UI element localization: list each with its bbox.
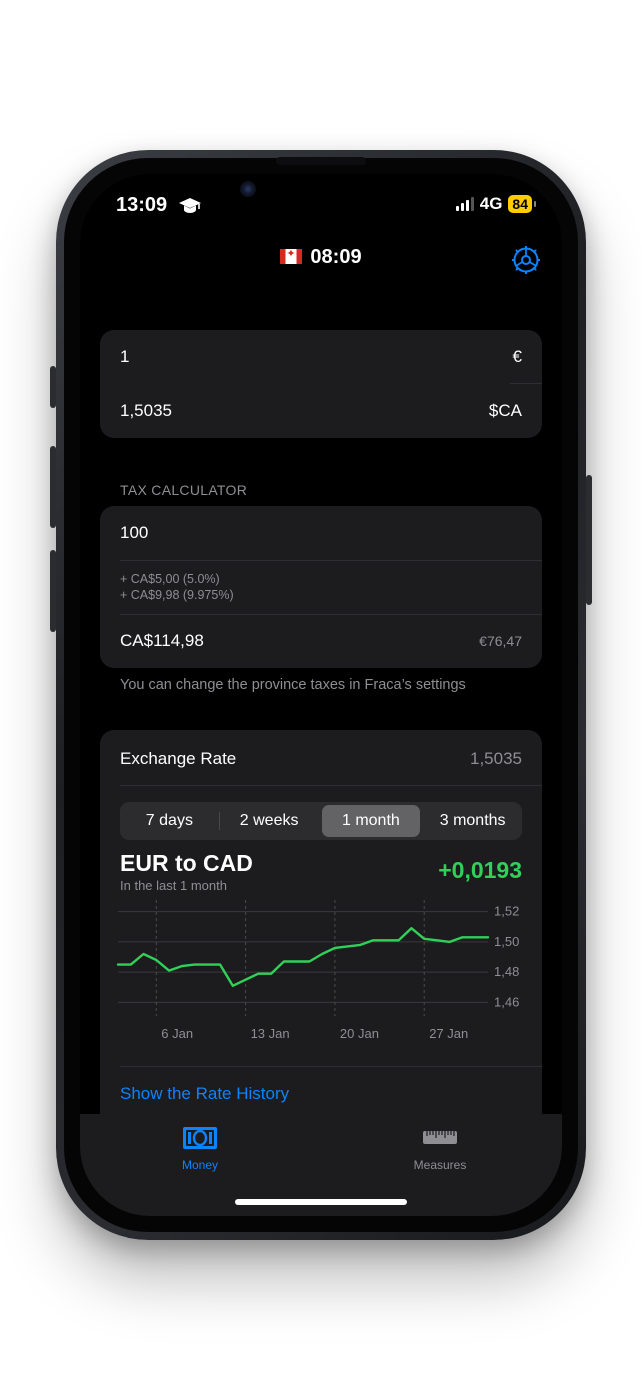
network-type: 4G bbox=[479, 194, 503, 213]
tax-total-eur: €76,47 bbox=[479, 633, 522, 649]
tax-line-qst: + CA$9,98 (9.975%) bbox=[120, 588, 234, 602]
status-time: 13:09 bbox=[116, 194, 168, 216]
x-tick-label: 20 Jan bbox=[340, 1026, 379, 1041]
x-tick-label: 27 Jan bbox=[429, 1026, 468, 1041]
y-tick-label: 1,46 bbox=[494, 994, 519, 1009]
amount-currency: € bbox=[512, 347, 522, 366]
tab-measures[interactable]: Measures bbox=[380, 1126, 500, 1172]
nav-title: 08:09 bbox=[80, 246, 562, 269]
rate-series-line bbox=[116, 927, 490, 988]
graduation-cap-icon bbox=[179, 198, 201, 213]
tab-measures-label: Measures bbox=[413, 1158, 467, 1172]
divider bbox=[120, 785, 542, 786]
canada-flag-icon bbox=[280, 247, 303, 264]
divider bbox=[510, 383, 542, 384]
volume-down-button bbox=[50, 550, 56, 632]
tax-input[interactable]: 100 bbox=[120, 523, 148, 543]
mute-switch bbox=[50, 366, 56, 408]
power-button bbox=[586, 475, 592, 605]
x-tick-label: 13 Jan bbox=[251, 1026, 290, 1041]
y-tick-label: 1,50 bbox=[494, 934, 519, 949]
tab-money[interactable]: Money bbox=[140, 1126, 260, 1172]
segment-7-days[interactable]: 7 days bbox=[120, 802, 219, 840]
battery-icon: 84 bbox=[508, 195, 536, 213]
front-camera bbox=[240, 181, 256, 197]
tab-money-label: Money bbox=[181, 1158, 219, 1172]
tax-input-row[interactable]: 100 bbox=[120, 520, 522, 546]
rate-line-chart: 1,52 1,50 1,48 1,46 6 Jan 13 Jan 20 Jan 27 Jan bbox=[116, 900, 519, 1041]
tax-total: CA$114,98 bbox=[120, 631, 204, 650]
currency-pair-title: EUR to CAD bbox=[120, 850, 253, 876]
converted-amount: 1,5035 bbox=[120, 401, 172, 420]
signal-icon bbox=[455, 197, 474, 211]
divider bbox=[120, 614, 542, 615]
exchange-card: Exchange Rate 1,5035 7 days 2 weeks 1 mo… bbox=[100, 730, 542, 1150]
tax-footer-note: You can change the province taxes in Fra… bbox=[120, 677, 466, 693]
tax-card: 100 + CA$5,00 (5.0%) + CA$9,98 (9.975%) … bbox=[100, 506, 542, 668]
amount-row[interactable]: 1 € bbox=[120, 344, 522, 370]
ruler-icon bbox=[423, 1131, 457, 1144]
home-indicator[interactable] bbox=[235, 1199, 407, 1205]
tax-line-gst: + CA$5,00 (5.0%) bbox=[120, 572, 220, 586]
period-segmented-control[interactable]: 7 days 2 weeks 1 month 3 months bbox=[120, 802, 522, 840]
divider bbox=[120, 560, 542, 561]
period-caption: In the last 1 month bbox=[120, 878, 227, 893]
speaker-grille bbox=[276, 157, 366, 165]
app-screen: 13:09 4G 84 08:09 1 € bbox=[80, 174, 562, 1216]
segment-3-months[interactable]: 3 months bbox=[423, 802, 522, 840]
converter-card: 1 € 1,5035 $CA bbox=[100, 330, 542, 438]
exchange-rate-label: Exchange Rate bbox=[120, 749, 237, 768]
local-time: 08:09 bbox=[310, 246, 362, 268]
gear-icon[interactable] bbox=[512, 246, 540, 274]
amount-input[interactable]: 1 bbox=[120, 347, 129, 367]
volume-up-button bbox=[50, 446, 56, 528]
tax-total-row: CA$114,98 €76,47 bbox=[120, 628, 522, 654]
rate-history-link[interactable]: Show the Rate History bbox=[120, 1084, 289, 1104]
result-row[interactable]: 1,5035 $CA bbox=[120, 398, 522, 424]
x-tick-label: 6 Jan bbox=[161, 1026, 193, 1041]
status-right: 4G 84 bbox=[455, 194, 536, 214]
exchange-rate-row: Exchange Rate 1,5035 bbox=[120, 746, 522, 772]
segment-1-month[interactable]: 1 month bbox=[321, 805, 421, 837]
divider bbox=[120, 1066, 542, 1067]
y-tick-label: 1,48 bbox=[494, 964, 519, 979]
rate-change: +0,0193 bbox=[438, 857, 522, 883]
y-tick-label: 1,52 bbox=[494, 904, 519, 919]
segment-2-weeks[interactable]: 2 weeks bbox=[220, 802, 319, 840]
tax-section-header: TAX CALCULATOR bbox=[120, 482, 248, 498]
result-currency: $CA bbox=[488, 401, 522, 420]
banknote-icon bbox=[183, 1127, 217, 1149]
exchange-rate-value: 1,5035 bbox=[470, 749, 522, 768]
